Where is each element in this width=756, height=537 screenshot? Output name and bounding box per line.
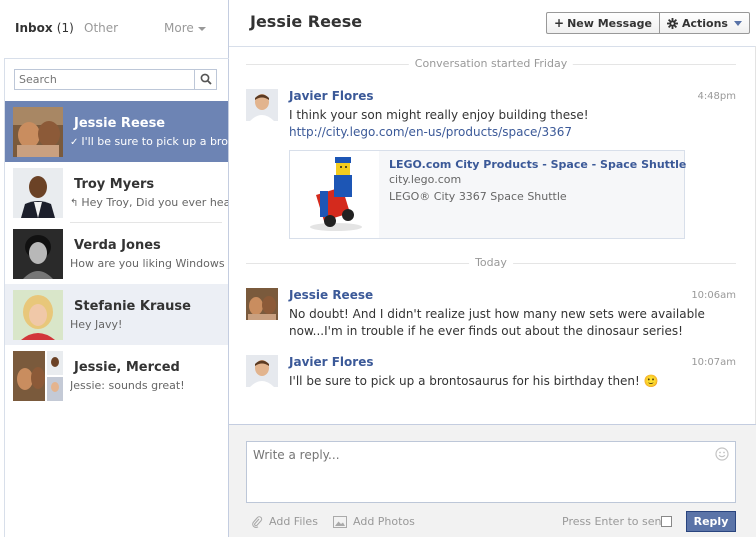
chevron-down-icon	[733, 20, 742, 26]
thread-name: Troy Myers	[74, 177, 155, 192]
reply-box	[246, 441, 736, 503]
thread-name: Verda Jones	[74, 238, 161, 253]
emoticon-button[interactable]	[715, 447, 729, 464]
thread-snippet: Hey Javy!	[70, 318, 123, 331]
inbox-label: Inbox	[15, 21, 53, 35]
avatar	[13, 290, 63, 340]
photo-icon	[333, 515, 347, 528]
thread-jessie-reese[interactable]: Jessie Reese ✓ I'll be sure to pick up a …	[5, 101, 228, 162]
avatar[interactable]	[246, 288, 278, 320]
chevron-down-icon	[197, 26, 206, 31]
thread-snippet: ↰Hey Troy, Did you ever hear b	[70, 196, 228, 209]
thread-snippet: Jessie: sounds great!	[70, 379, 185, 392]
message-author[interactable]: Javier Flores	[289, 89, 374, 103]
more-label: More	[164, 21, 194, 35]
message-author[interactable]: Jessie Reese	[289, 288, 373, 302]
toolbar: + New Message Actions	[546, 12, 750, 34]
add-files-button[interactable]: Add Files	[251, 515, 318, 528]
reply-composer: Add Files Add Photos Press Enter to send…	[229, 424, 756, 537]
avatar	[13, 107, 63, 157]
search-icon	[200, 73, 212, 85]
link-preview-thumbnail[interactable]	[290, 151, 379, 238]
date-divider: Conversation started Friday	[246, 57, 736, 71]
avatar	[13, 229, 63, 279]
actions-dropdown[interactable]: Actions	[660, 13, 749, 33]
gear-icon	[666, 17, 678, 29]
thread-name: Jessie, Merced	[74, 360, 180, 375]
smiley-icon	[715, 447, 729, 461]
reply-button[interactable]: Reply	[686, 511, 736, 532]
date-divider-label: Today	[469, 256, 513, 269]
add-photos-label: Add Photos	[353, 515, 415, 528]
add-photos-button[interactable]: Add Photos	[333, 515, 415, 528]
divider	[4, 58, 229, 59]
press-enter-checkbox[interactable]	[661, 516, 672, 527]
message-link[interactable]: http://city.lego.com/en-us/products/spac…	[289, 124, 729, 141]
add-files-label: Add Files	[269, 515, 318, 528]
thread-jessie-merced[interactable]: Jessie, Merced Jessie: sounds great!	[5, 345, 228, 406]
thread-name: Jessie Reese	[74, 116, 166, 131]
message-text: I think your son might really enjoy buil…	[289, 108, 589, 122]
date-divider: Today	[246, 256, 736, 270]
search-box	[14, 69, 217, 90]
date-divider-label: Conversation started Friday	[408, 57, 574, 70]
thread-name: Stefanie Krause	[74, 299, 191, 314]
new-message-label: New Message	[567, 16, 652, 30]
check-icon: ✓	[70, 137, 79, 148]
inbox-unread-count: (1)	[56, 21, 74, 35]
thread-snippet: How are you liking Windows 8?	[70, 257, 228, 270]
conversation-pane: Jessie Reese + New Message Actions Conve…	[229, 0, 756, 537]
link-preview-card[interactable]: LEGO.com City Products - Space - Space S…	[289, 150, 686, 239]
actions-label: Actions	[681, 16, 728, 30]
message-body: I think your son might really enjoy buil…	[289, 107, 729, 141]
thread-sidebar: Inbox (1) Other More Search Jessie Reese…	[0, 0, 229, 537]
paperclip-icon	[252, 515, 263, 528]
thread-troy-myers[interactable]: Troy Myers ↰Hey Troy, Did you ever hear …	[5, 162, 228, 223]
thread-verda-jones[interactable]: Verda Jones How are you liking Windows 8…	[5, 223, 228, 284]
link-preview-domain: city.lego.com	[389, 173, 462, 186]
message-timestamp: 10:07am	[691, 357, 736, 368]
thread-stefanie-krause[interactable]: Stefanie Krause Hey Javy!	[5, 284, 228, 345]
message: Jessie Reese 10:06am No doubt! And I did…	[246, 288, 736, 343]
avatar	[13, 168, 63, 218]
avatar[interactable]	[246, 89, 278, 121]
message-timestamp: 4:48pm	[697, 91, 736, 102]
plus-icon: +	[554, 16, 565, 30]
page-title: Jessie Reese	[250, 12, 363, 31]
message-timestamp: 10:06am	[691, 290, 736, 301]
link-preview-title[interactable]: LEGO.com City Products - Space - Space S…	[389, 158, 686, 171]
press-enter-label: Press Enter to send	[562, 515, 669, 528]
divider	[229, 46, 756, 47]
tab-other[interactable]: Other	[84, 21, 118, 35]
thread-snippet: ✓I'll be sure to pick up a brontos	[70, 135, 228, 148]
link-preview-description: LEGO® City 3367 Space Shuttle	[389, 190, 567, 203]
reply-input[interactable]	[247, 442, 707, 502]
message-text: I'll be sure to pick up a brontosaurus f…	[289, 374, 659, 388]
folder-tabs: Inbox (1) Other More	[0, 0, 229, 58]
new-message-button[interactable]: + New Message	[547, 13, 660, 33]
message: Javier Flores 10:07am I'll be sure to pi…	[246, 355, 736, 395]
reply-arrow-icon: ↰	[70, 198, 79, 209]
message-author[interactable]: Javier Flores	[289, 355, 374, 369]
avatar	[13, 351, 63, 401]
avatar[interactable]	[246, 355, 278, 387]
search-button[interactable]	[194, 70, 216, 89]
more-dropdown[interactable]: More	[164, 21, 206, 35]
thread-list: Jessie Reese ✓ I'll be sure to pick up a …	[5, 101, 228, 406]
tab-inbox[interactable]: Inbox (1)	[15, 21, 74, 35]
search-input[interactable]	[15, 70, 195, 89]
message-text: No doubt! And I didn't realize just how …	[289, 307, 705, 338]
